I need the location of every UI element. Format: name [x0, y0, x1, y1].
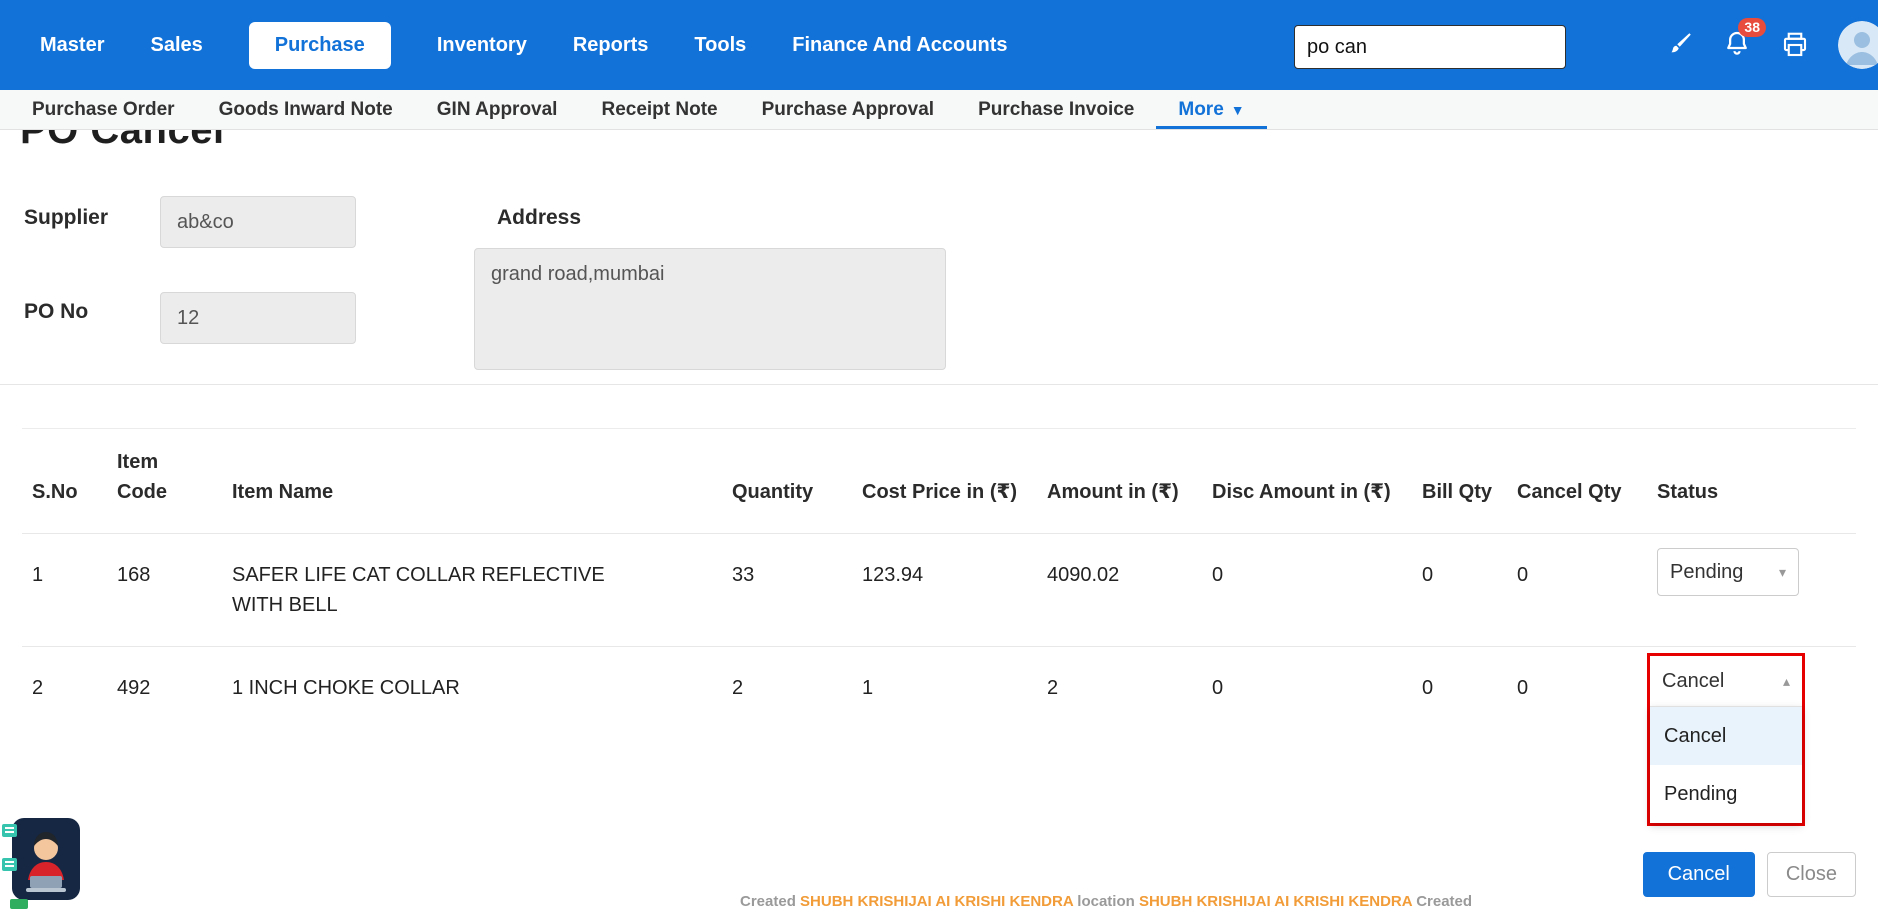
header-cost-price: Cost Price in (₹) — [852, 429, 1037, 534]
close-button[interactable]: Close — [1767, 852, 1856, 897]
cell-status: Cancel ▴ Cancel Pending — [1647, 647, 1856, 730]
status-select-row1-value: Pending — [1670, 557, 1743, 587]
footer-logo — [10, 899, 28, 909]
table-header-row: S.No Item Code Item Name Quantity Cost P… — [22, 429, 1856, 534]
nav-item-sales[interactable]: Sales — [150, 34, 202, 57]
support-chat-widget[interactable] — [2, 814, 80, 900]
cell-bill-qty: 0 — [1412, 647, 1507, 730]
user-avatar[interactable] — [1838, 21, 1878, 69]
cell-disc-amount: 0 — [1202, 534, 1412, 647]
status-options-list: Cancel Pending — [1650, 706, 1802, 823]
search-input[interactable] — [1294, 25, 1566, 69]
address-label: Address — [497, 206, 581, 230]
top-navigation-bar: Master Sales Purchase Inventory Reports … — [0, 0, 1878, 90]
nav-item-reports[interactable]: Reports — [573, 34, 649, 57]
cell-sno: 1 — [22, 534, 107, 647]
cell-quantity: 33 — [722, 534, 852, 647]
header-sno: S.No — [22, 429, 107, 534]
status-option-pending[interactable]: Pending — [1650, 765, 1802, 823]
tab-goods-inward-note[interactable]: Goods Inward Note — [197, 90, 415, 129]
tab-gin-approval[interactable]: GIN Approval — [415, 90, 580, 129]
main-menu: Master Sales Purchase Inventory Reports … — [0, 22, 1008, 69]
notification-count-badge: 38 — [1738, 18, 1766, 37]
cell-quantity: 2 — [722, 647, 852, 730]
table-row: 2 492 1 INCH CHOKE COLLAR 2 1 2 0 0 0 Ca… — [22, 647, 1856, 730]
cell-item-code: 168 — [107, 534, 222, 647]
cell-disc-amount: 0 — [1202, 647, 1412, 730]
header-bill-qty: Bill Qty — [1412, 429, 1507, 534]
footer-company-name: SHUBH KRISHIJAI AI KRISHI KENDRA — [800, 893, 1073, 910]
cell-cancel-qty: 0 — [1507, 647, 1647, 730]
supplier-field[interactable] — [160, 196, 356, 248]
item-name-text: 1 INCH CHOKE COLLAR — [232, 673, 460, 703]
header-item-code: Item Code — [107, 429, 222, 534]
footer-location-name: SHUBH KRISHIJAI AI KRISHI KENDRA — [1139, 893, 1412, 910]
item-name-text: SAFER LIFE CAT COLLAR REFLECTIVE WITH BE… — [232, 560, 642, 620]
tab-purchase-invoice[interactable]: Purchase Invoice — [956, 90, 1156, 129]
cell-item-code: 492 — [107, 647, 222, 730]
tab-more[interactable]: More ▼ — [1156, 90, 1266, 129]
status-dropdown-open: Cancel ▴ Cancel Pending — [1647, 653, 1805, 826]
header-quantity: Quantity — [722, 429, 852, 534]
cancel-button[interactable]: Cancel — [1643, 852, 1755, 897]
status-select-row1[interactable]: Pending ▾ — [1657, 548, 1799, 596]
nav-item-inventory[interactable]: Inventory — [437, 34, 527, 57]
purchase-submenu: Purchase Order Goods Inward Note GIN App… — [0, 90, 1878, 130]
tab-receipt-note[interactable]: Receipt Note — [579, 90, 739, 129]
cell-item-name: SAFER LIFE CAT COLLAR REFLECTIVE WITH BE… — [222, 534, 722, 647]
cell-bill-qty: 0 — [1412, 534, 1507, 647]
header-status: Status — [1647, 429, 1856, 534]
tab-purchase-approval[interactable]: Purchase Approval — [740, 90, 956, 129]
cell-cost-price: 123.94 — [852, 534, 1037, 647]
supplier-label: Supplier — [24, 206, 108, 230]
cell-cost-price: 1 — [852, 647, 1037, 730]
po-items-table: S.No Item Code Item Name Quantity Cost P… — [22, 428, 1856, 729]
header-item-name: Item Name — [222, 429, 722, 534]
footer-note-text: Created — [740, 893, 800, 910]
cell-cancel-qty: 0 — [1507, 534, 1647, 647]
nav-item-purchase[interactable]: Purchase — [249, 22, 391, 69]
brush-icon[interactable] — [1664, 30, 1694, 60]
notifications-bell-icon[interactable]: 38 — [1722, 28, 1752, 63]
footer-actions: Cancel Close — [1643, 852, 1856, 897]
section-divider — [0, 384, 1878, 385]
status-select-row2-value: Cancel — [1662, 666, 1724, 696]
header-amount: Amount in (₹) — [1037, 429, 1202, 534]
tab-more-label: More — [1178, 99, 1223, 121]
footer-note-text: location — [1073, 893, 1139, 910]
chevron-down-icon: ▼ — [1231, 102, 1245, 118]
chevron-down-icon: ▾ — [1779, 557, 1786, 587]
po-no-field[interactable] — [160, 292, 356, 344]
cell-sno: 2 — [22, 647, 107, 730]
nav-item-tools[interactable]: Tools — [694, 34, 746, 57]
header-cancel-qty: Cancel Qty — [1507, 429, 1647, 534]
po-no-label: PO No — [24, 300, 88, 324]
nav-item-finance-and-accounts[interactable]: Finance And Accounts — [792, 34, 1007, 57]
chevron-up-icon: ▴ — [1783, 666, 1790, 696]
status-option-cancel[interactable]: Cancel — [1650, 707, 1802, 765]
header-disc-amount: Disc Amount in (₹) — [1202, 429, 1412, 534]
cell-amount: 2 — [1037, 647, 1202, 730]
nav-item-master[interactable]: Master — [40, 34, 104, 57]
address-field[interactable]: grand road,mumbai — [474, 248, 946, 370]
footer-note: Created SHUBH KRISHIJAI AI KRISHI KENDRA… — [740, 893, 1472, 910]
cell-status: Pending ▾ — [1647, 534, 1856, 647]
tab-purchase-order[interactable]: Purchase Order — [10, 90, 197, 129]
footer-note-text: Created — [1412, 893, 1472, 910]
cell-item-name: 1 INCH CHOKE COLLAR — [222, 647, 722, 730]
topbar-icons: 38 — [1664, 0, 1878, 90]
cell-amount: 4090.02 — [1037, 534, 1202, 647]
print-icon[interactable] — [1780, 30, 1810, 60]
table-row: 1 168 SAFER LIFE CAT COLLAR REFLECTIVE W… — [22, 534, 1856, 647]
status-select-row2[interactable]: Cancel ▴ — [1650, 656, 1802, 706]
